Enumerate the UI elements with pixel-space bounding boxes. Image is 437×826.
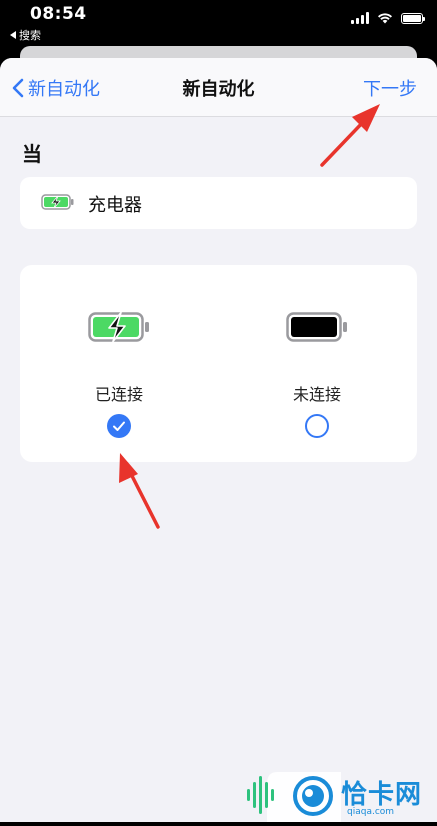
- status-bar: 08:54 搜索: [0, 0, 437, 44]
- charging-battery-icon: [41, 194, 74, 210]
- watermark: 恰卡网 qiaqa.com: [237, 764, 437, 822]
- status-time: 08:54: [30, 4, 87, 24]
- battery-full-icon: [286, 312, 347, 342]
- radio-connected-selected[interactable]: [107, 414, 131, 438]
- option-disconnected-label: 未连接: [292, 385, 341, 404]
- option-connected[interactable]: 已连接: [20, 265, 218, 462]
- options-card: 已连接 未连接: [20, 265, 417, 462]
- wifi-icon: [378, 13, 392, 24]
- watermark-text: 恰卡网: [341, 780, 423, 810]
- status-back-link[interactable]: 搜索: [10, 27, 41, 43]
- option-connected-label: 已连接: [94, 385, 143, 404]
- checkmark-icon: [113, 421, 125, 431]
- option-disconnected[interactable]: 未连接: [218, 265, 416, 462]
- radio-disconnected[interactable]: [305, 414, 329, 438]
- watermark-logo-icon: [247, 772, 341, 822]
- watermark-sub: qiaqa.com: [347, 807, 395, 817]
- back-triangle-icon: [10, 31, 16, 39]
- navigation-bar: 新自动化 新自动化 下一步: [0, 58, 437, 117]
- trigger-card[interactable]: 充电器: [20, 177, 417, 229]
- cellular-signal-icon: [351, 12, 369, 24]
- charging-battery-icon: [88, 312, 149, 342]
- status-icons: [351, 12, 425, 24]
- automation-sheet: 新自动化 新自动化 下一步 当 充电器 已连接 未连接: [0, 58, 437, 822]
- section-label-when: 当: [22, 142, 42, 166]
- status-back-label: 搜索: [19, 29, 41, 42]
- status-battery-icon: [401, 12, 425, 24]
- next-button[interactable]: 下一步: [363, 75, 417, 101]
- trigger-label: 充电器: [88, 195, 142, 216]
